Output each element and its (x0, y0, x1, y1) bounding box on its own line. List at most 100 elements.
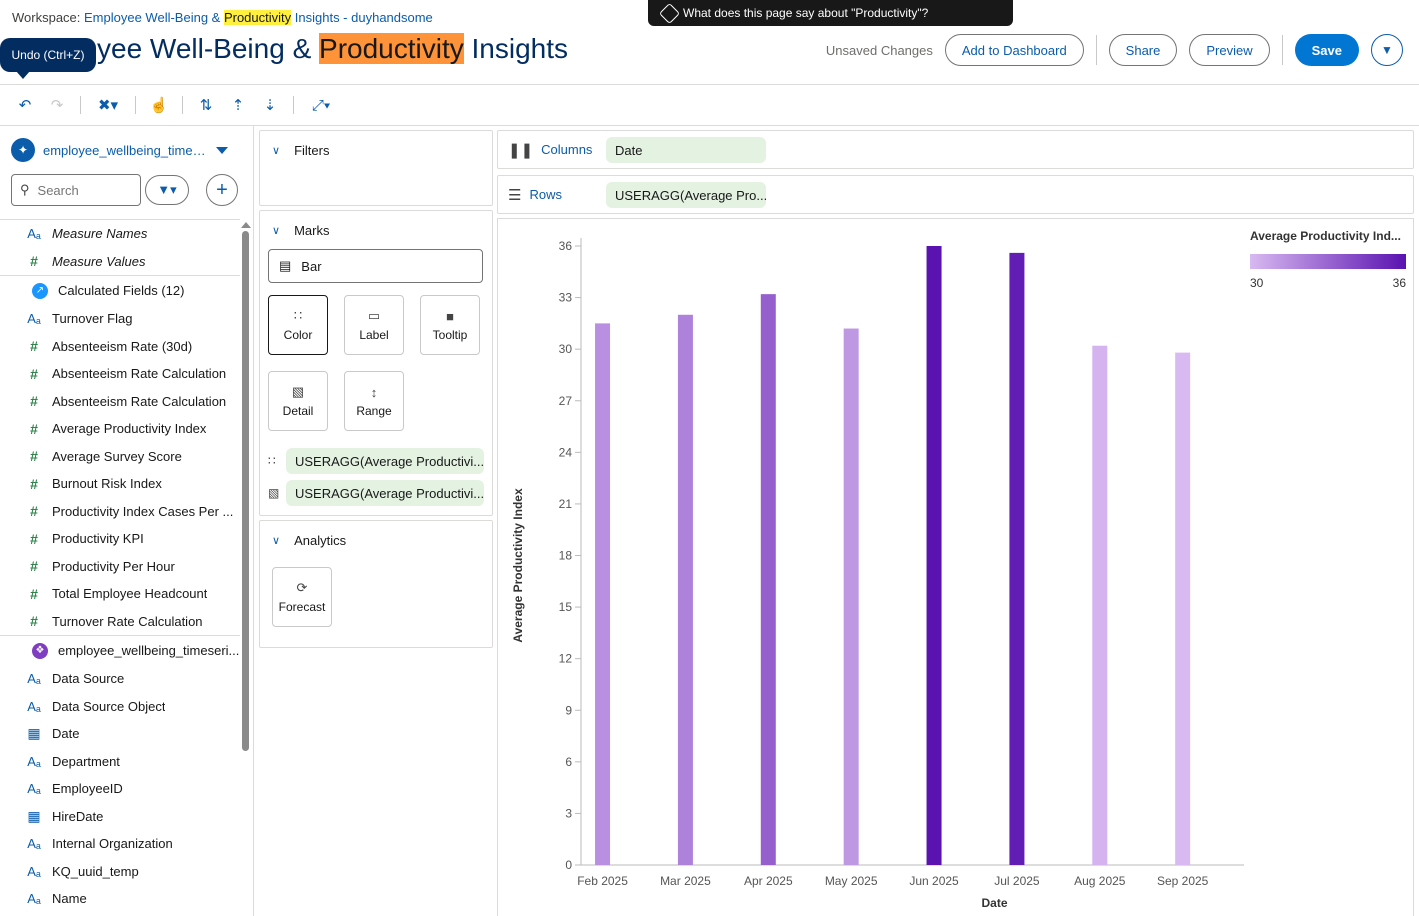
color-field-pill[interactable]: USERAGG(Average Productivi... (286, 448, 484, 474)
measure-icon: # (30, 253, 38, 270)
measure-icon: # (30, 475, 38, 492)
x-tick-label: Mar 2025 (660, 874, 711, 888)
mark-tooltip-button[interactable]: ■ Tooltip (420, 295, 480, 355)
rows-shelf-label: ☰ Rows (508, 176, 562, 213)
field-item[interactable]: # Absenteeism Rate (30d) (0, 333, 240, 361)
field-label: EmployeeID (52, 781, 123, 797)
mark-range-button[interactable]: ↕ Range (344, 371, 404, 431)
detail-field-pill[interactable]: USERAGG(Average Productivi... (286, 480, 484, 506)
preview-button[interactable]: Preview (1189, 34, 1270, 66)
field-item[interactable]: Aₐ Turnover Flag (0, 305, 240, 333)
field-item[interactable]: # Average Productivity Index (0, 415, 240, 443)
field-label: Turnover Rate Calculation (52, 613, 203, 629)
chevron-down-icon[interactable]: ∨ (272, 224, 280, 237)
bar-chart-icon: ▤ (279, 258, 292, 273)
field-label: Productivity Per Hour (52, 558, 175, 574)
field-item[interactable]: # Total Employee Headcount (0, 580, 240, 608)
text-field-icon: Aₐ (27, 698, 41, 714)
columns-label: Columns (541, 142, 593, 157)
datasource-selector[interactable]: ✦ employee_wellbeing_times... (11, 138, 228, 162)
field-item[interactable]: # Productivity Index Cases Per ... (0, 498, 240, 526)
more-actions-chevron-icon[interactable]: ▼ (1371, 34, 1403, 66)
sort-asc-icon[interactable]: ⇡ (227, 94, 249, 116)
field-item[interactable]: Aₐ Internal Organization (0, 830, 240, 858)
workspace-link[interactable]: Employee Well-Being & Productivity Insig… (84, 10, 433, 25)
y-tick-label: 21 (559, 497, 573, 511)
x-tick-label: Jun 2025 (909, 874, 959, 888)
field-label: Turnover Flag (52, 311, 133, 327)
field-item[interactable]: Aₐ Department (0, 748, 240, 776)
field-item[interactable]: # Turnover Rate Calculation (0, 608, 240, 636)
clear-icon[interactable]: ✖▾ (93, 94, 123, 116)
analytics-header[interactable]: ∨ Analytics (272, 533, 346, 548)
field-item[interactable]: ▦ Date (0, 720, 240, 748)
field-item[interactable]: # Absenteeism Rate Calculation (0, 360, 240, 388)
redo-icon[interactable]: ↷ (46, 94, 68, 116)
text-field-icon: Aₐ (27, 226, 41, 242)
sort-desc-icon[interactable]: ⇣ (259, 94, 281, 116)
columns-icon: ❚❚ (508, 141, 534, 159)
search-icon: ⚲ (20, 182, 30, 197)
chevron-down-icon[interactable]: ∨ (272, 144, 280, 157)
add-to-dashboard-button[interactable]: Add to Dashboard (944, 34, 1084, 66)
field-list: Aₐ Measure Names # Measure Values ↗ Calculate… (0, 219, 240, 913)
mark-color-button[interactable]: ∷ Color (268, 295, 328, 355)
field-label: Burnout Risk Index (52, 476, 162, 492)
legend-ticks: 30 36 (1250, 276, 1406, 290)
text-field-icon: Aₐ (27, 836, 41, 852)
caret-down-icon[interactable] (216, 146, 228, 154)
text-field-icon: Aₐ (27, 671, 41, 687)
divider (182, 96, 183, 114)
field-item[interactable]: # Absenteeism Rate Calculation (0, 388, 240, 416)
add-field-button[interactable]: + (206, 174, 238, 206)
divider (293, 96, 294, 114)
columns-shelf[interactable]: ❚❚ Columns Date (497, 130, 1414, 169)
x-axis-title: Date (981, 896, 1007, 910)
x-tick-label: Jul 2025 (994, 874, 1040, 888)
marks-header[interactable]: ∨ Marks (272, 223, 329, 238)
field-item[interactable]: Aₐ KQ_uuid_temp (0, 858, 240, 886)
filter-fields-button[interactable]: ▼▾ (145, 175, 189, 205)
field-search[interactable]: ⚲ (11, 174, 141, 206)
range-icon: ↕ (370, 384, 378, 400)
swap-icon[interactable]: ⇅ (195, 94, 217, 116)
field-item[interactable]: Aₐ Name (0, 885, 240, 913)
mark-label-button[interactable]: ▭ Label (344, 295, 404, 355)
ai-sparkle-icon (658, 2, 681, 24)
rows-field-pill[interactable]: USERAGG(Average Pro... (606, 182, 766, 208)
search-input[interactable] (37, 182, 128, 198)
field-item[interactable]: Aₐ EmployeeID (0, 775, 240, 803)
color-legend: Average Productivity Ind... 30 36 (1250, 229, 1410, 290)
mark-detail-button[interactable]: ▧ Detail (268, 371, 328, 431)
scrollbar[interactable] (242, 231, 249, 751)
field-item[interactable]: # Burnout Risk Index (0, 470, 240, 498)
field-item[interactable]: Aₐ Measure Names (0, 220, 240, 248)
detail-icon: ▧ (291, 384, 305, 399)
field-item[interactable]: # Productivity Per Hour (0, 553, 240, 581)
marks-title: Marks (294, 223, 330, 238)
field-item[interactable]: ▦ HireDate (0, 803, 240, 831)
field-item[interactable]: # Productivity KPI (0, 525, 240, 553)
scroll-up-icon[interactable] (241, 222, 251, 228)
touch-icon[interactable]: ☝ (148, 94, 170, 116)
mark-color-label: Color (283, 328, 313, 342)
field-label: Productivity KPI (52, 531, 144, 547)
forecast-button[interactable]: ⟳ Forecast (272, 567, 332, 627)
field-item[interactable]: Aₐ Data Source Object (0, 693, 240, 721)
field-item[interactable]: # Average Survey Score (0, 443, 240, 471)
save-button[interactable]: Save (1294, 34, 1359, 66)
field-item[interactable]: Aₐ Data Source (0, 665, 240, 693)
mark-type-select[interactable]: ▤ Bar (268, 249, 483, 283)
field-group[interactable]: ↗ Calculated Fields (12) (0, 275, 240, 305)
rows-shelf[interactable]: ☰ Rows USERAGG(Average Pro... (497, 175, 1414, 214)
undo-icon[interactable]: ↶ (14, 94, 36, 116)
filters-header[interactable]: ∨ Filters (272, 143, 329, 158)
share-button[interactable]: Share (1108, 34, 1178, 66)
columns-field-pill[interactable]: Date (606, 137, 766, 163)
ai-suggestion-banner[interactable]: What does this page say about "Productiv… (648, 0, 1013, 26)
chevron-down-icon[interactable]: ∨ (272, 534, 280, 547)
field-group[interactable]: ❖ employee_wellbeing_timeseri... (0, 635, 240, 665)
field-item[interactable]: # Measure Values (0, 248, 240, 276)
y-tick-label: 24 (559, 445, 573, 459)
fit-icon[interactable]: ⤢▾ (306, 94, 336, 116)
